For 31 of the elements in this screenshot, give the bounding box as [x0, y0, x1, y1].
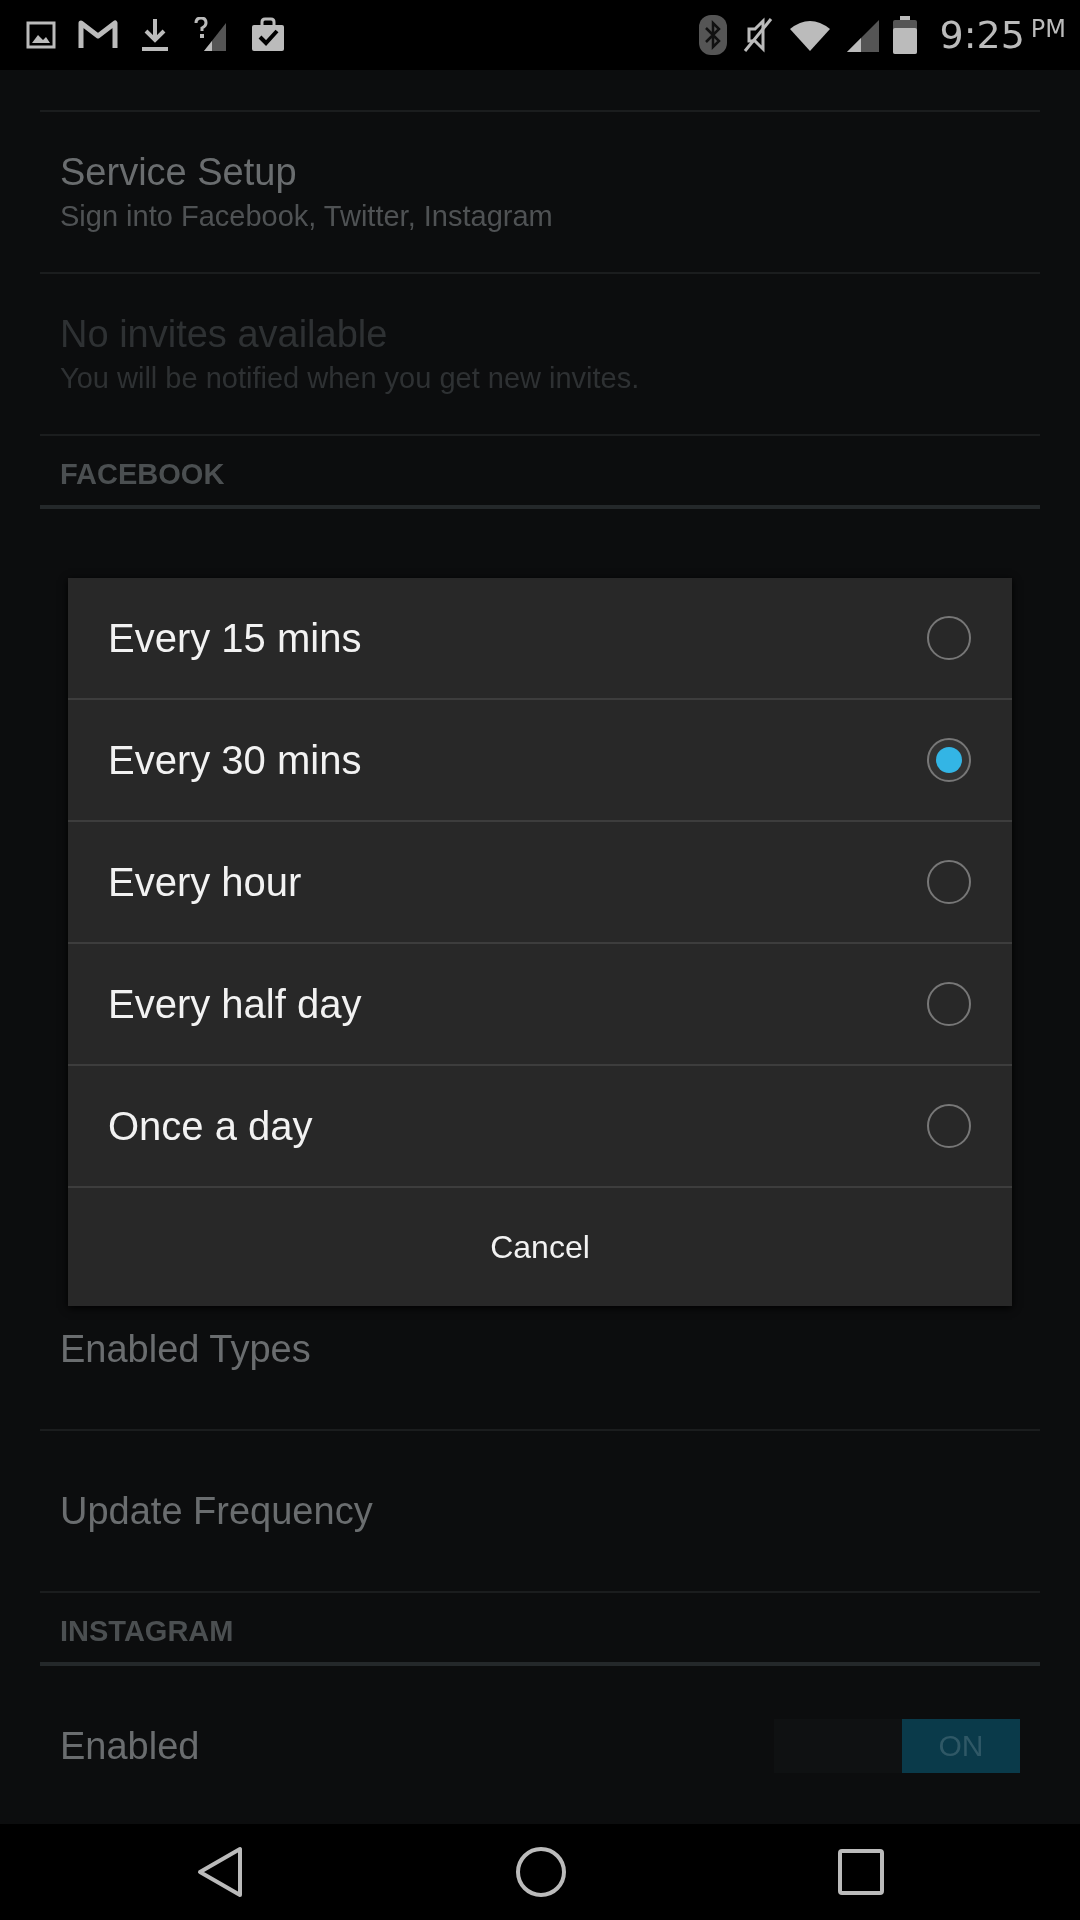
option-row[interactable]: Every 30 mins: [68, 700, 1012, 822]
radio-button[interactable]: [926, 859, 972, 905]
cancel-button[interactable]: Cancel: [68, 1188, 1012, 1306]
bluetooth-icon: [699, 15, 728, 55]
signal-unknown-icon: [192, 17, 228, 53]
mail-icon: [78, 20, 118, 50]
clock-time: 9:25: [939, 13, 1025, 57]
wifi-icon: [789, 19, 832, 51]
setting-title: Enabled Types: [60, 1327, 312, 1371]
picture-icon: [26, 21, 56, 49]
section-header: FACEBOOK: [59, 457, 226, 492]
radio-button[interactable]: [926, 615, 972, 661]
download-icon: [140, 17, 170, 53]
radio-button[interactable]: [926, 737, 972, 783]
recents-icon[interactable]: [838, 1849, 885, 1895]
home-icon[interactable]: [515, 1846, 567, 1898]
option-row[interactable]: Every 15 mins: [68, 578, 1012, 700]
back-icon[interactable]: [195, 1846, 244, 1898]
setting-summary: Sign into Facebook, Twitter, Instagram: [60, 200, 554, 233]
option-row[interactable]: Every half day: [68, 944, 1012, 1066]
signal-icon: [845, 18, 880, 52]
setting-title: Enabled: [60, 1724, 200, 1768]
option-row[interactable]: Every hour: [68, 822, 1012, 944]
shopping-bag-icon: [250, 17, 286, 53]
setting-title: Update Frequency: [60, 1489, 374, 1533]
radio-button[interactable]: [926, 1103, 972, 1149]
battery-icon: [893, 16, 918, 54]
setting-title: Service Setup: [60, 151, 298, 194]
section-header: INSTAGRAM: [59, 1614, 235, 1649]
clock-ampm: PM: [1030, 15, 1066, 43]
radio-button[interactable]: [926, 981, 972, 1027]
